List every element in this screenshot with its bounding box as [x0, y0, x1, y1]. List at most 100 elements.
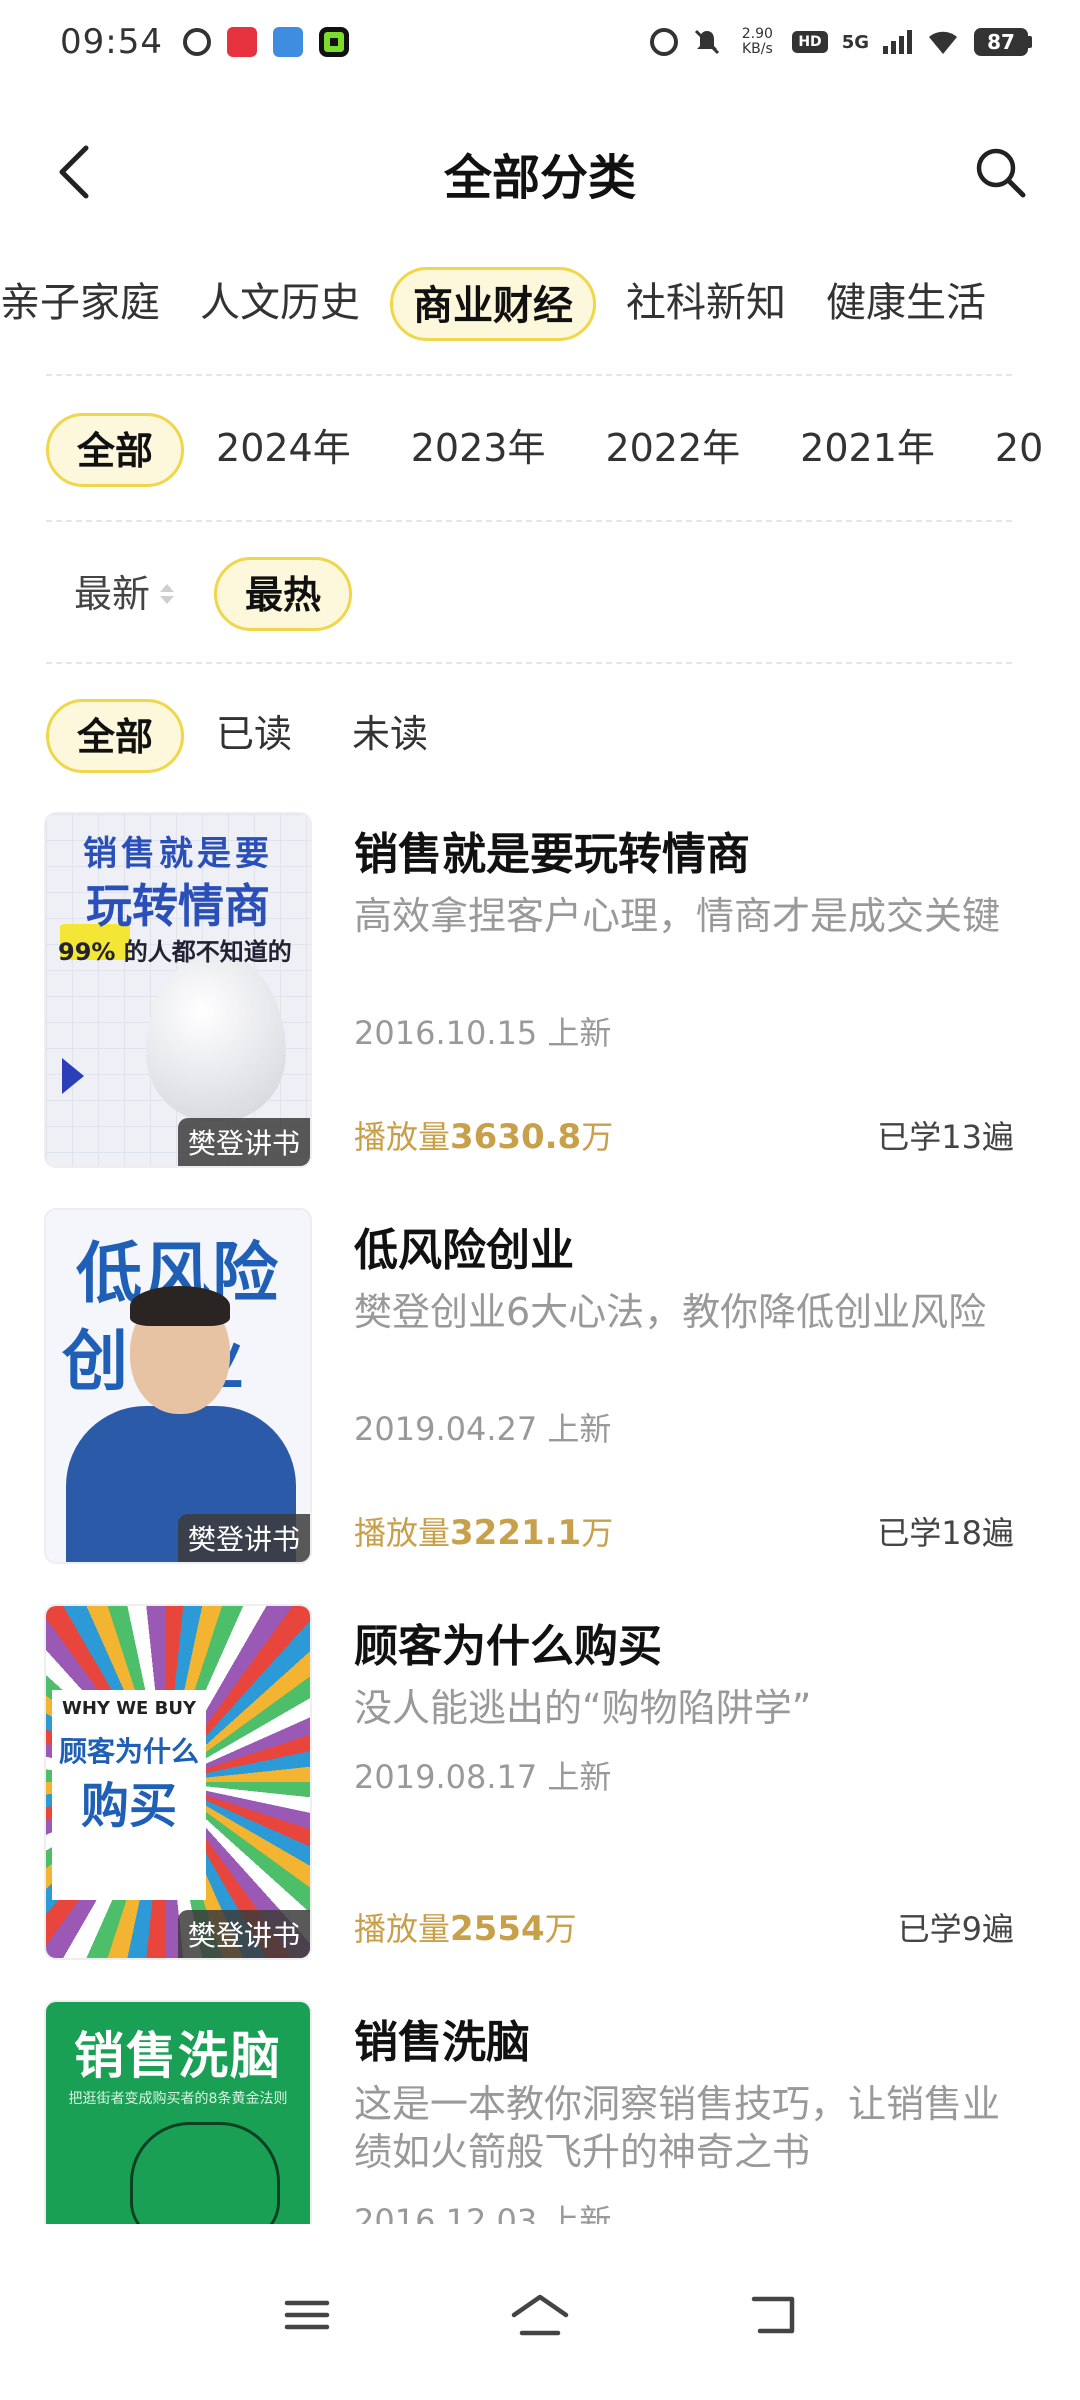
net-speed: 2.90 KB/s	[736, 27, 778, 57]
cover-tag: 樊登讲书	[177, 1514, 310, 1562]
book-description: 没人能逃出的“购物陷阱学”	[354, 1686, 812, 1730]
system-nav-bar	[0, 2230, 1080, 2400]
cover-text: 把逛街者变成购买者的8条黄金法则	[68, 2091, 288, 2107]
book-description: 这是一本教你洞察销售技巧，让销售业绩如火箭般飞升的神奇之书	[354, 2082, 1001, 2174]
play-label: 播放量	[354, 1514, 451, 1552]
play-unit: 万	[544, 1910, 577, 1948]
status-time: 09:54	[60, 22, 163, 62]
divider	[46, 374, 1012, 376]
book-item[interactable]: 销售洗脑 把逛街者变成购买者的8条黄金法则 销售洗脑 这是一本教你洞察销售技巧，…	[0, 2000, 1080, 2224]
play-count: 播放量3630.8万	[354, 1112, 613, 1158]
year-tab[interactable]: 2022年	[575, 413, 770, 487]
nav-menu-button[interactable]	[267, 2275, 347, 2355]
year-tab-active[interactable]: 全部	[46, 413, 185, 487]
status-bar: 09:54 2.90 KB/s HD 5G 87	[0, 0, 1080, 84]
cover-text: 99% 的人都不知道的	[58, 938, 292, 966]
play-value: 3630.8	[450, 1117, 582, 1157]
read-filter: 全部 已读 未读	[46, 694, 460, 778]
book-description: 高效拿捏客户心理，情商才是成交关键	[354, 894, 1001, 938]
year-tab[interactable]: 2021年	[770, 413, 965, 487]
read-filter-read[interactable]: 已读	[188, 699, 320, 773]
book-item[interactable]: WHY WE BUY 顾客为什么 购买 樊登讲书 顾客为什么购买 没人能逃出的“…	[0, 1604, 1080, 2000]
sort-options: 最新 最热	[46, 552, 353, 636]
signal-label: 5G	[841, 31, 869, 53]
year-tab[interactable]: 2024年	[186, 413, 381, 487]
year-tab[interactable]: 2023年	[381, 413, 576, 487]
play-label: 播放量	[354, 1910, 451, 1948]
header: 全部分类	[0, 120, 1080, 220]
sort-hottest[interactable]: 最热	[214, 557, 353, 631]
learned-count: 已学13遍	[877, 1118, 1014, 1156]
mute-icon	[695, 29, 720, 55]
status-right: 2.90 KB/s HD 5G 87	[650, 27, 1032, 57]
cover-text: 销售就是要	[83, 834, 273, 874]
book-item[interactable]: 低风险 创业 樊登讲书 低风险创业 樊登创业6大心法，教你降低创业风险 2019…	[0, 1208, 1080, 1604]
cover-text: 玩转情商	[86, 879, 270, 933]
home-icon	[511, 2294, 569, 2336]
book-cover: 销售洗脑 把逛街者变成购买者的8条黄金法则	[46, 2002, 310, 2224]
category-tab-active[interactable]: 商业财经	[390, 267, 596, 341]
cover-text: 顾客为什么	[58, 1735, 199, 1768]
play-value: 3221.1	[450, 1513, 582, 1553]
category-tab[interactable]: 社科新知	[606, 267, 806, 341]
back-icon	[752, 2296, 795, 2334]
alarm-icon	[182, 28, 211, 56]
play-count: 播放量3221.1万	[354, 1508, 613, 1554]
sort-newest-label: 最新	[74, 572, 151, 616]
divider	[46, 662, 1012, 664]
book-cover: 低风险 创业 樊登讲书	[46, 1210, 310, 1562]
search-icon	[976, 148, 1026, 198]
divider	[46, 520, 1012, 522]
book-title: 顾客为什么购买	[354, 1621, 662, 1672]
play-unit: 万	[581, 1514, 614, 1552]
book-date: 2016.10.15 上新	[354, 1014, 612, 1052]
book-date: 2016.12.03 上新	[354, 2202, 612, 2224]
category-tab[interactable]: 人文历史	[180, 267, 380, 341]
year-tabs: 全部 2024年 2023年 2022年 2021年 20	[46, 408, 1080, 492]
play-unit: 万	[581, 1118, 614, 1156]
book-title: 销售就是要玩转情商	[354, 829, 750, 880]
book-title: 销售洗脑	[354, 2017, 530, 2068]
cover-tag: 樊登讲书	[177, 1118, 310, 1166]
category-tabs: 亲子家庭 人文历史 商业财经 社科新知 健康生活	[0, 262, 1080, 346]
read-filter-all[interactable]: 全部	[46, 699, 185, 773]
notification-icons	[182, 27, 349, 57]
upload-notification-icon	[272, 27, 303, 57]
app-badge-icon	[318, 27, 349, 57]
sort-arrows-icon	[160, 584, 175, 604]
book-date: 2019.04.27 上新	[354, 1410, 612, 1448]
book-date: 2019.08.17 上新	[354, 1758, 612, 1796]
nav-back-button[interactable]	[733, 2275, 813, 2355]
learned-count: 已学9遍	[897, 1910, 1014, 1948]
app-notification-icon	[226, 27, 257, 57]
book-cover: WHY WE BUY 顾客为什么 购买 樊登讲书	[46, 1606, 310, 1958]
tree-illustration	[130, 2122, 280, 2224]
wifi-icon	[929, 31, 957, 54]
book-description: 樊登创业6大心法，教你降低创业风险	[354, 1290, 987, 1334]
learned-count: 已学18遍	[877, 1514, 1014, 1552]
play-label: 播放量	[354, 1118, 451, 1156]
book-cover: 销售就是要 玩转情商 99% 的人都不知道的 樊登讲书	[46, 814, 310, 1166]
cover-text: 销售洗脑	[74, 2027, 282, 2085]
book-item[interactable]: 销售就是要 玩转情商 99% 的人都不知道的 樊登讲书 销售就是要玩转情商 高效…	[0, 812, 1080, 1208]
alarm-icon	[650, 28, 679, 56]
read-filter-unread[interactable]: 未读	[324, 699, 456, 773]
menu-icon	[284, 2300, 329, 2330]
signal-bars-icon	[883, 30, 912, 54]
net-speed-unit: KB/s	[741, 41, 773, 57]
nav-home-button[interactable]	[500, 2275, 580, 2355]
battery-level: 87	[974, 28, 1028, 56]
book-title: 低风险创业	[354, 1225, 574, 1276]
cover-text: 购买	[80, 1778, 177, 1834]
search-button[interactable]	[970, 142, 1030, 202]
category-tab[interactable]: 亲子家庭	[0, 267, 180, 341]
category-tab[interactable]: 健康生活	[806, 267, 1006, 341]
play-count: 播放量2554万	[354, 1904, 577, 1950]
battery-icon: 87	[974, 28, 1032, 56]
play-value: 2554	[450, 1909, 545, 1949]
page-title: 全部分类	[443, 150, 636, 206]
year-tab[interactable]: 20	[965, 413, 1073, 487]
net-speed-value: 2.90	[741, 26, 773, 42]
sort-newest[interactable]: 最新	[46, 557, 202, 631]
cover-tag: 樊登讲书	[177, 1910, 310, 1958]
